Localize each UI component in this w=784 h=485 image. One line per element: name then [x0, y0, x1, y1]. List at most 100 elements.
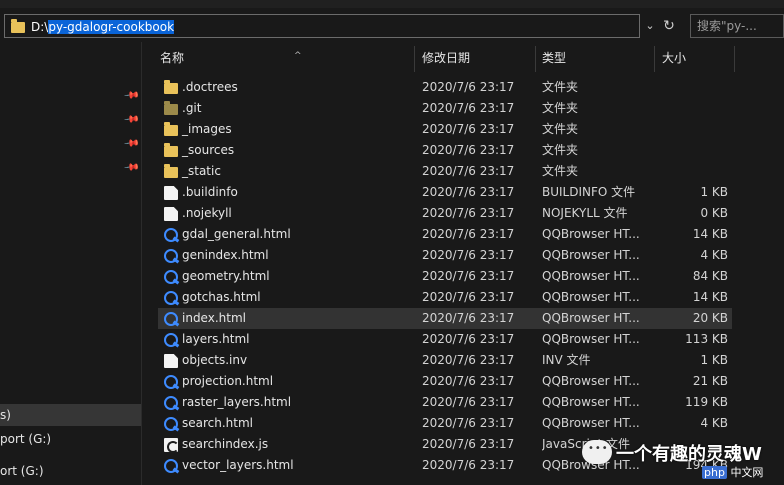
folder-icon [164, 122, 178, 136]
refresh-icon[interactable]: ↻ [660, 17, 678, 35]
pin-icon[interactable]: 📌 [123, 112, 140, 129]
file-icon [164, 207, 178, 221]
pin-icon[interactable]: 📌 [123, 136, 140, 153]
qqbrowser-icon [164, 396, 178, 410]
qqbrowser-icon [164, 228, 178, 242]
address-prefix: D:\ [31, 20, 49, 34]
file-type: 文件夹 [542, 143, 579, 157]
file-size: 1 KB [700, 185, 728, 199]
file-date: 2020/7/6 23:17 [422, 353, 515, 367]
file-size [658, 119, 728, 140]
file-size: 1 KB [700, 353, 728, 367]
file-name: raster_layers.html [182, 395, 292, 409]
file-row[interactable]: _images 2020/7/6 23:17 文件夹 [158, 119, 732, 140]
file-date: 2020/7/6 23:17 [422, 458, 515, 472]
file-date: 2020/7/6 23:17 [422, 227, 515, 241]
column-divider[interactable] [535, 46, 536, 72]
address-bar: D:\py-gdalogr-cookbook ⌄ ↻ [0, 8, 784, 42]
column-name[interactable]: 名称 ^ [156, 42, 414, 72]
file-name: _images [182, 122, 232, 136]
file-name: vector_layers.html [182, 458, 294, 472]
search-box[interactable] [690, 14, 784, 38]
column-divider[interactable] [414, 46, 415, 72]
file-row[interactable]: layers.html 2020/7/6 23:17 QQBrowser HT...… [158, 329, 732, 350]
folder-icon [164, 80, 178, 94]
file-row[interactable]: genindex.html 2020/7/6 23:17 QQBrowser HT.… [158, 245, 732, 266]
qqbrowser-icon [164, 312, 178, 326]
column-date[interactable]: 修改日期 [418, 42, 538, 72]
column-name-label: 名称 [160, 51, 185, 65]
chat-bubble-icon [582, 440, 612, 464]
navigation-pane: 📌 📌 📌 📌 s) port (G:) ort (G:) [0, 42, 141, 485]
ribbon-tabs [0, 0, 784, 8]
qqbrowser-icon [164, 375, 178, 389]
watermark-text: 一个有趣的灵魂W [616, 444, 762, 465]
file-size [658, 77, 728, 98]
watermark-site: php 中文网 [702, 464, 763, 480]
file-date: 2020/7/6 23:17 [422, 332, 515, 346]
file-size: 119 KB [685, 395, 728, 409]
file-row[interactable]: gotchas.html 2020/7/6 23:17 QQBrowser HT..… [158, 287, 732, 308]
pin-icon[interactable]: 📌 [123, 88, 140, 105]
address-field[interactable]: D:\py-gdalogr-cookbook [4, 14, 640, 38]
column-type[interactable]: 类型 [538, 42, 654, 72]
file-size: 0 KB [700, 206, 728, 220]
file-row[interactable]: gdal_general.html 2020/7/6 23:17 QQBrowser… [158, 224, 732, 245]
nav-item-drive-g-2[interactable]: ort (G:) [0, 460, 141, 482]
file-date: 2020/7/6 23:17 [422, 395, 515, 409]
file-type: QQBrowser HT... [542, 311, 640, 325]
file-row[interactable]: .doctrees 2020/7/6 23:17 文件夹 [158, 77, 732, 98]
file-name: .nojekyll [182, 206, 232, 220]
file-name: layers.html [182, 332, 250, 346]
file-row[interactable]: .git 2020/7/6 23:17 文件夹 [158, 98, 732, 119]
folder-icon [11, 19, 25, 33]
folder-dark-icon [164, 101, 178, 115]
pin-icon[interactable]: 📌 [123, 160, 140, 177]
file-type: QQBrowser HT... [542, 269, 640, 283]
qqbrowser-icon [164, 459, 178, 473]
address-selected-text: py-gdalogr-cookbook [48, 20, 175, 34]
file-name: gotchas.html [182, 290, 261, 304]
nav-item-drive-g[interactable]: port (G:) [0, 428, 141, 450]
file-type: QQBrowser HT... [542, 332, 640, 346]
column-size[interactable]: 大小 [658, 42, 734, 72]
file-date: 2020/7/6 23:17 [422, 269, 515, 283]
file-type: 文件夹 [542, 80, 579, 94]
file-row[interactable]: .nojekyll 2020/7/6 23:17 NOJEKYLL 文件 0 KB [158, 203, 732, 224]
qqbrowser-icon [164, 291, 178, 305]
qqbrowser-icon [164, 333, 178, 347]
file-row[interactable]: _sources 2020/7/6 23:17 文件夹 [158, 140, 732, 161]
file-row[interactable]: raster_layers.html 2020/7/6 23:17 QQBrowse… [158, 392, 732, 413]
file-row[interactable]: _static 2020/7/6 23:17 文件夹 [158, 161, 732, 182]
file-name: .doctrees [182, 80, 238, 94]
column-header: 名称 ^ 修改日期 类型 大小 [142, 42, 784, 72]
address-path[interactable]: D:\py-gdalogr-cookbook [31, 19, 175, 35]
watermark: 一个有趣的灵魂W php 中文网 [582, 440, 784, 485]
file-name: searchindex.js [182, 437, 269, 451]
file-type: 文件夹 [542, 164, 579, 178]
file-row[interactable]: projection.html 2020/7/6 23:17 QQBrowser H… [158, 371, 732, 392]
file-name: gdal_general.html [182, 227, 291, 241]
watermark-site-name: 中文网 [730, 466, 764, 479]
file-type: QQBrowser HT... [542, 395, 640, 409]
search-input[interactable] [697, 18, 777, 34]
file-size: 4 KB [700, 416, 728, 430]
file-row[interactable]: objects.inv 2020/7/6 23:17 INV 文件 1 KB [158, 350, 732, 371]
file-name: geometry.html [182, 269, 270, 283]
column-divider[interactable] [734, 46, 735, 72]
file-row[interactable]: index.html 2020/7/6 23:17 QQBrowser HT... 2… [158, 308, 732, 329]
column-divider[interactable] [654, 46, 655, 72]
file-type: BUILDINFO 文件 [542, 185, 636, 199]
qqbrowser-icon [164, 417, 178, 431]
file-date: 2020/7/6 23:17 [422, 164, 515, 178]
nav-item-drive[interactable]: s) [0, 404, 141, 426]
file-type: NOJEKYLL 文件 [542, 206, 628, 220]
chevron-down-icon[interactable]: ⌄ [643, 19, 657, 33]
file-row[interactable]: geometry.html 2020/7/6 23:17 QQBrowser HT.… [158, 266, 732, 287]
file-size [658, 140, 728, 161]
file-row[interactable]: .buildinfo 2020/7/6 23:17 BUILDINFO 文件 1 KB [158, 182, 732, 203]
file-size: 84 KB [692, 269, 728, 283]
file-row[interactable]: search.html 2020/7/6 23:17 QQBrowser HT...… [158, 413, 732, 434]
file-icon [164, 186, 178, 200]
file-date: 2020/7/6 23:17 [422, 206, 515, 220]
